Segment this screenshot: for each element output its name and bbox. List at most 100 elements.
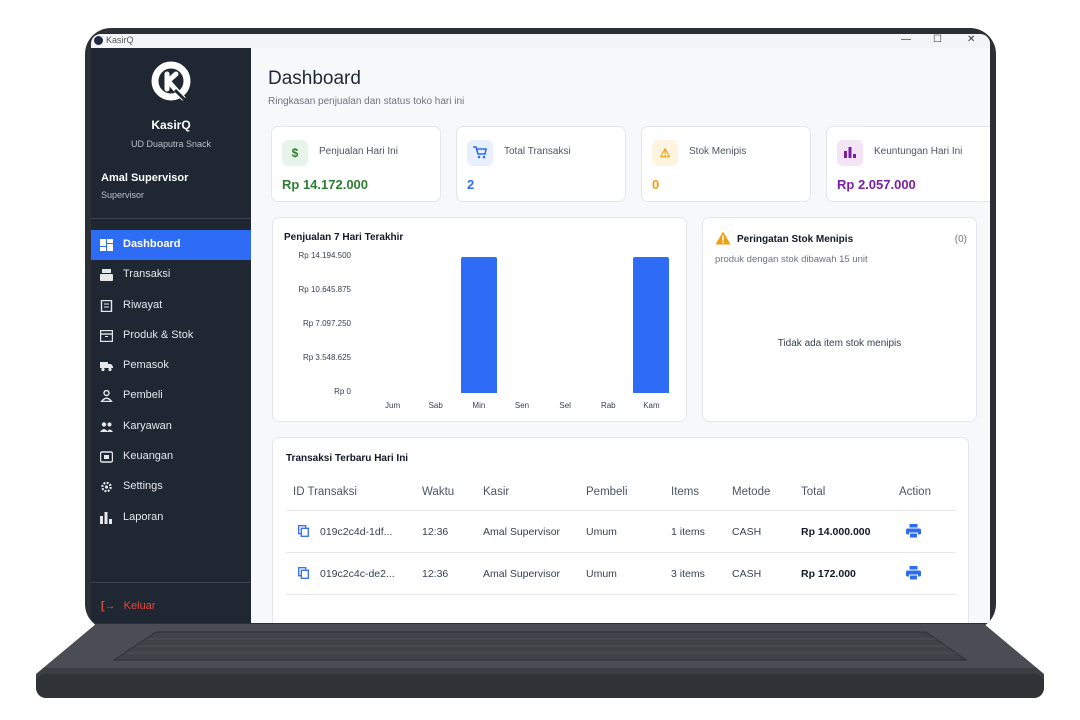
stat-value: Rp 2.057.000: [837, 177, 916, 192]
row-divider: [286, 552, 956, 553]
stat-value: 0: [652, 177, 660, 192]
people-icon: [100, 422, 113, 432]
page-title: Dashboard: [268, 68, 361, 89]
stat-label: Stok Menipis: [689, 146, 747, 157]
warning-icon: ⚠: [652, 140, 678, 166]
y-tick-label: Rp 0: [334, 387, 351, 396]
sidebar-item-riwayat[interactable]: Riwayat: [91, 291, 251, 321]
print-icon[interactable]: [906, 524, 921, 538]
x-tick-label: Jum: [385, 401, 401, 410]
column-header-items: Items: [671, 486, 700, 498]
user-name: Amal Supervisor: [101, 172, 189, 184]
sidebar-item-transaksi[interactable]: Transaksi: [91, 260, 251, 290]
brand-name: KasirQ: [151, 118, 191, 132]
cash-register-icon: [100, 269, 113, 282]
transaction-buyer: Umum: [586, 568, 617, 580]
stat-value: Rp 14.172.000: [282, 177, 369, 192]
app-logo-icon: [94, 36, 103, 45]
chart-bar[interactable]: [460, 257, 497, 393]
column-header-time: Waktu: [422, 486, 455, 498]
laptop-keyboard-base: [36, 624, 1044, 698]
transaction-id: 019c2c4d-1df...: [320, 526, 393, 538]
print-icon[interactable]: [906, 566, 921, 580]
transaction-total: Rp 172.000: [801, 568, 856, 580]
stat-label: Keuntungan Hari Ini: [874, 146, 963, 157]
minimize-button[interactable]: —: [901, 34, 911, 45]
y-tick-label: Rp 10.645.875: [298, 285, 352, 294]
kasirq-logo-icon: [151, 61, 191, 104]
sales-bar-chart: Rp 14.194.500 Rp 10.645.875 Rp 7.097.250 Rp…: [273, 218, 688, 423]
stat-value: 2: [467, 177, 475, 192]
sidebar-item-settings[interactable]: Settings: [91, 472, 251, 502]
sidebar-nav: Dashboard Transaksi Riwayat Produk & Sto…: [91, 230, 251, 533]
sidebar-divider: [91, 218, 251, 219]
sidebar-item-label: Settings: [123, 480, 163, 493]
sidebar: KasirQ UD Duaputra Snack Amal Supervisor…: [91, 48, 251, 623]
transactions-title: Transaksi Terbaru Hari Ini: [286, 453, 409, 464]
user-role: Supervisor: [101, 190, 145, 200]
logout-label: Keluar: [123, 600, 156, 612]
x-tick-label: Kam: [643, 401, 660, 410]
transaction-method: CASH: [732, 568, 762, 580]
close-button[interactable]: ✕: [967, 34, 975, 45]
x-tick-label: Rab: [600, 401, 616, 410]
sidebar-item-produk-stok[interactable]: Produk & Stok: [91, 321, 251, 351]
laptop-mockup: KasirQ — ☐ ✕ KasirQ UD Duaputra Snack Am…: [0, 0, 1080, 720]
cart-icon: [467, 140, 493, 166]
y-tick-label: Rp 7.097.250: [302, 319, 351, 328]
transaction-cashier: Amal Supervisor: [483, 568, 561, 580]
sidebar-item-label: Karyawan: [123, 419, 172, 432]
stat-card-profit: Keuntungan Hari Ini Rp 2.057.000: [826, 126, 990, 202]
warning-icon: [715, 231, 731, 245]
stock-warning-title: Peringatan Stok Menipis: [737, 234, 854, 245]
bar-chart-icon: [100, 511, 112, 524]
stock-warning-card: Peringatan Stok Menipis (0) produk denga…: [702, 217, 977, 422]
column-header-action: Action: [899, 486, 931, 498]
dashboard-icon: [100, 239, 113, 251]
stat-card-low-stock: ⚠ Stok Menipis 0: [641, 126, 811, 202]
transaction-buyer: Umum: [586, 526, 617, 538]
sidebar-item-laporan[interactable]: Laporan: [91, 503, 251, 533]
stock-warning-count: (0): [954, 234, 967, 245]
page-subtitle: Ringkasan penjualan dan status toko hari…: [268, 96, 465, 107]
stat-card-transactions: Total Transaksi 2: [456, 126, 626, 202]
truck-icon: [100, 362, 113, 372]
logout-button[interactable]: [→ Keluar: [101, 600, 155, 612]
transaction-total: Rp 14.000.000: [801, 526, 871, 538]
sidebar-item-pembeli[interactable]: Pembeli: [91, 381, 251, 411]
dollar-icon: $: [282, 140, 308, 166]
transaction-time: 12:36: [422, 568, 449, 580]
copy-icon[interactable]: [298, 525, 309, 537]
wallet-icon: [100, 451, 113, 463]
receipt-icon: [100, 299, 113, 312]
column-header-buyer: Pembeli: [586, 486, 628, 498]
sidebar-item-label: Pemasok: [123, 359, 169, 372]
column-header-id: ID Transaksi: [293, 486, 357, 498]
x-tick-label: Sab: [428, 401, 443, 410]
sidebar-item-dashboard[interactable]: Dashboard: [91, 230, 251, 261]
transaction-id: 019c2c4c-de2...: [320, 568, 395, 580]
table-header-divider: [286, 510, 956, 511]
window-titlebar: KasirQ — ☐ ✕: [91, 34, 990, 48]
sidebar-item-keuangan[interactable]: Keuangan: [91, 442, 251, 472]
store-name: UD Duaputra Snack: [130, 139, 212, 149]
sales-chart-card: Penjualan 7 Hari Terakhir Rp 14.194.500 R…: [272, 217, 687, 422]
row-divider: [286, 594, 956, 595]
stat-label: Total Transaksi: [504, 146, 571, 157]
sidebar-item-karyawan[interactable]: Karyawan: [91, 412, 251, 442]
archive-box-icon: [100, 329, 113, 342]
sidebar-item-pemasok[interactable]: Pemasok: [91, 351, 251, 381]
transaction-cashier: Amal Supervisor: [483, 526, 561, 538]
chart-bar[interactable]: [633, 257, 670, 393]
sidebar-item-label: Transaksi: [123, 268, 171, 281]
window-title: KasirQ: [106, 35, 134, 45]
stat-label: Penjualan Hari Ini: [319, 146, 398, 157]
stock-warning-subtitle: produk dengan stok dibawah 15 unit: [715, 254, 868, 265]
sidebar-item-label: Keuangan: [123, 450, 174, 463]
main-content: Dashboard Ringkasan penjualan dan status…: [251, 48, 990, 623]
sidebar-divider: [91, 582, 251, 583]
y-tick-label: Rp 3.548.625: [302, 353, 351, 362]
x-tick-label: Sel: [559, 401, 571, 410]
maximize-button[interactable]: ☐: [933, 34, 942, 45]
copy-icon[interactable]: [298, 567, 309, 579]
